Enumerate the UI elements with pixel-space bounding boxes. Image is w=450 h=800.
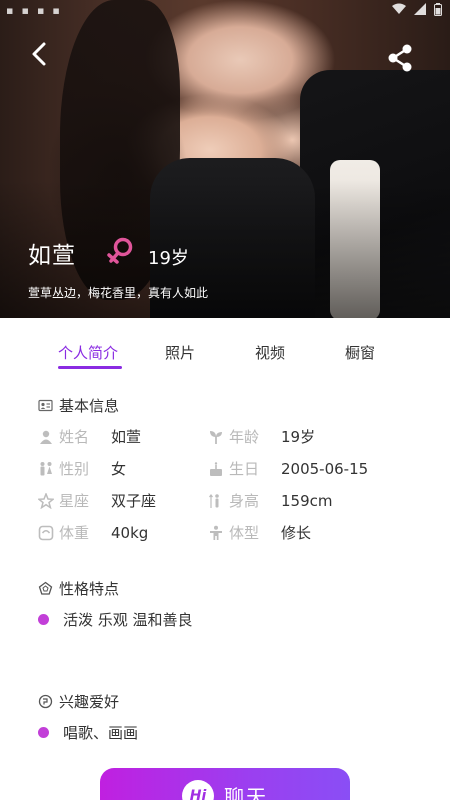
info-label: 体重 bbox=[59, 524, 90, 542]
info-label: 性别 bbox=[59, 460, 90, 478]
info-row-zodiac: 星座 双子座 bbox=[38, 490, 156, 511]
chevron-left-icon bbox=[32, 42, 46, 66]
status-bar: ▪ ▪ ▪ ▪ bbox=[0, 0, 450, 24]
info-row-birthday: 生日 2005-06-15 bbox=[208, 458, 368, 479]
sprout-icon bbox=[210, 430, 222, 444]
tab-videos[interactable]: 视频 bbox=[255, 342, 285, 363]
chat-button-label: 聊天 bbox=[224, 785, 268, 800]
female-icon bbox=[107, 237, 133, 264]
wifi-icon bbox=[392, 3, 406, 14]
star-icon bbox=[38, 492, 54, 509]
tab-active-indicator bbox=[58, 366, 122, 369]
hobbies-title: 兴趣爱好 bbox=[59, 693, 120, 711]
info-value: 女 bbox=[111, 460, 127, 478]
hobby-text: 唱歌、画画 bbox=[63, 724, 139, 742]
info-value: 40kg bbox=[111, 523, 149, 542]
person-icon bbox=[40, 430, 52, 444]
info-row-name: 姓名 如萱 bbox=[38, 426, 141, 447]
notification-icon: ▪ bbox=[21, 4, 29, 17]
height-icon bbox=[209, 493, 219, 508]
basic-info-title: 基本信息 bbox=[59, 397, 120, 415]
info-value: 修长 bbox=[281, 524, 312, 542]
info-row-weight: 体重 40kg bbox=[38, 522, 148, 543]
notification-icon: ▪ bbox=[36, 4, 45, 17]
info-label: 星座 bbox=[59, 492, 90, 510]
hobby-icon bbox=[38, 694, 53, 709]
share-icon bbox=[388, 44, 412, 72]
personality-text: 活泼 乐观 温和善良 bbox=[63, 611, 193, 629]
info-row-height: 身高 159cm bbox=[208, 490, 333, 511]
profile-hero-photo: ▪ ▪ ▪ ▪ 如萱 19岁 萱草丛边，梅花香里，真有人如此 bbox=[0, 0, 450, 318]
scale-icon bbox=[38, 525, 54, 540]
personality-header: 性格特点 bbox=[38, 578, 119, 599]
personality-title: 性格特点 bbox=[59, 580, 120, 598]
profile-tagline: 萱草丛边，梅花香里，真有人如此 bbox=[28, 286, 209, 300]
bullet-dot bbox=[38, 614, 49, 625]
hi-badge-icon: Hi bbox=[182, 780, 214, 800]
basic-info-header: 基本信息 bbox=[38, 395, 119, 416]
battery-icon bbox=[434, 3, 442, 16]
tab-showcase[interactable]: 橱窗 bbox=[345, 342, 375, 363]
info-row-gender: 性别 女 bbox=[38, 458, 126, 479]
tab-intro[interactable]: 个人简介 bbox=[58, 342, 118, 363]
profile-name: 如萱 bbox=[28, 243, 76, 269]
id-card-icon bbox=[38, 399, 53, 412]
info-row-body-type: 体型 修长 bbox=[208, 522, 311, 543]
profile-tabs: 个人简介 照片 视频 橱窗 bbox=[0, 338, 450, 378]
personality-item: 活泼 乐观 温和善良 bbox=[38, 609, 193, 630]
gender-pair-icon bbox=[40, 461, 52, 475]
share-button[interactable] bbox=[382, 40, 418, 76]
info-value: 19岁 bbox=[281, 428, 316, 446]
hobbies-header: 兴趣爱好 bbox=[38, 691, 119, 712]
cake-icon bbox=[210, 461, 222, 476]
signal-icon bbox=[414, 3, 426, 15]
hobby-item: 唱歌、画画 bbox=[38, 722, 138, 743]
back-button[interactable] bbox=[22, 36, 58, 72]
chat-button[interactable]: Hi 聊天 bbox=[100, 768, 350, 800]
tab-photos[interactable]: 照片 bbox=[165, 342, 195, 363]
info-value: 159cm bbox=[281, 491, 333, 510]
info-value: 如萱 bbox=[111, 428, 142, 446]
body-icon bbox=[210, 525, 222, 540]
notification-icon: ▪ bbox=[6, 4, 14, 17]
info-label: 体型 bbox=[229, 524, 260, 542]
info-label: 身高 bbox=[229, 492, 260, 510]
info-value: 双子座 bbox=[111, 492, 157, 510]
bullet-dot bbox=[38, 727, 49, 738]
info-label: 年龄 bbox=[229, 428, 260, 446]
info-label: 生日 bbox=[229, 460, 260, 478]
notification-icon: ▪ bbox=[52, 4, 60, 17]
info-row-age: 年龄 19岁 bbox=[208, 426, 315, 447]
pentagon-icon bbox=[38, 581, 53, 595]
info-label: 姓名 bbox=[59, 428, 90, 446]
info-value: 2005-06-15 bbox=[281, 459, 369, 478]
profile-age: 19岁 bbox=[148, 248, 189, 269]
